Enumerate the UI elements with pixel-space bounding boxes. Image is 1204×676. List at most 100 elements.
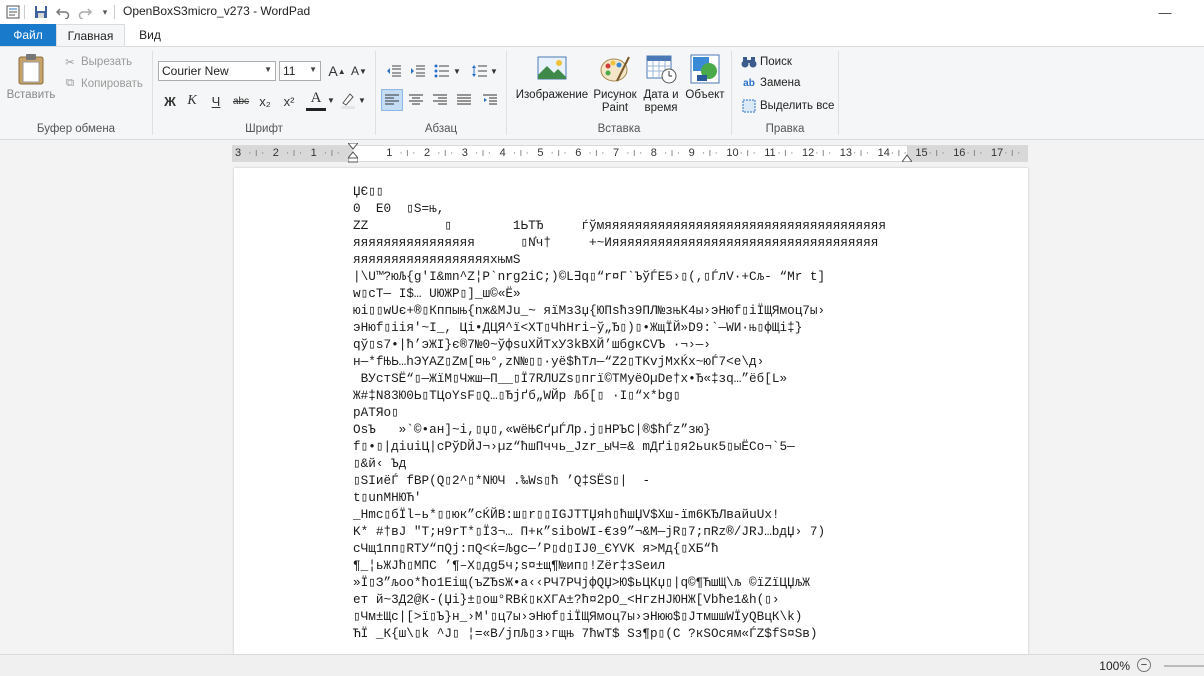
ruler-tick-label: 14 [877,147,890,159]
ruler-tick-label: 9 [688,147,695,159]
ruler-tick-label: 1 [310,147,317,159]
tab-home[interactable]: Главная [56,24,125,46]
document-line: OsЪ »`©•ан]~і,▯џ▯,«wёЊЄґµЃЛр.j▯НРЪC|®$ћЃ… [353,422,711,437]
document-page[interactable]: ЏЄ▯▯ 0 E0 ▯S=њ, ZZ ▯ 1ЬТЂ ѓўмяяяяяяяяяяяяя… [234,168,1028,654]
document-line: t▯unМНЮЋ' [353,490,422,505]
replace-icon: ab [743,77,755,89]
ruler-dots: · ı · [323,147,341,159]
ruler-area: 3 · ı · 2 · ı · 1 · ı · 1 · ı · 2 · ı · 3 · ı · 4 · ı… [0,140,1204,166]
chevron-down-icon[interactable]: ▼ [358,93,366,107]
ribbon: Вставить ✂ Вырезать ⧉ Копировать Буфер о… [0,46,1204,140]
ruler-dots: · ı · [701,147,719,159]
align-left-icon[interactable] [381,89,403,111]
ruler-dots: · ı · [437,147,454,159]
grow-font-icon[interactable]: A ▲ [328,61,346,81]
ruler-tick-label: 12 [802,147,815,159]
chevron-down-icon[interactable]: ▾ [96,3,114,21]
decrease-indent-icon[interactable] [384,61,404,81]
ruler-tick-label: 10 [726,147,739,159]
ruler[interactable]: 3 · ı · 2 · ı · 1 · ı · 1 · ı · 2 · ı · 3 · ı · 4 · ı… [232,142,1028,163]
font-color-button[interactable]: A [306,89,326,111]
ruler-dots: · ı · [815,147,832,159]
strikethrough-button[interactable]: abc [230,91,252,111]
document-line: 0 E0 ▯S=њ, [353,201,445,216]
document-line: |\U™?юЉ{g'I&mn^Z¦P`nrg2iC;)©L∃q▯“r¤Г`ЪўЃ… [353,269,826,284]
zoom-out-button[interactable]: − [1137,658,1151,672]
title-bar: ▾ OpenBoxS3micro_v273 - WordPad — [0,0,1204,24]
insert-image-button[interactable]: Изображение [512,53,592,102]
superscript-button[interactable]: x² [279,91,299,111]
chevron-down-icon[interactable]: ▼ [490,64,498,78]
document-line: f▯•▯|дiuiЦ|cPўDЙЈ¬›µz“ћшПччь_Jzr_ыЧ=& mД… [353,439,795,454]
italic-button[interactable]: К [182,91,202,111]
document-line: ZZ ▯ 1ЬТЂ ѓўмяяяяяяяяяяяяяяяяяяяяяяяяяяя… [353,218,886,233]
undo-icon[interactable] [54,3,72,21]
ruler-tick-label: 3 [461,147,468,159]
indent-marker[interactable] [346,142,360,163]
save-icon[interactable] [32,3,50,21]
font-family-select[interactable]: Courier New ▼ [158,61,276,81]
insert-object-button[interactable]: Объект [683,53,727,102]
align-right-icon[interactable] [429,89,451,111]
datetime-button[interactable]: Дата и время [640,53,682,115]
chevron-down-icon[interactable]: ▼ [327,93,335,107]
font-size-select[interactable]: 11 ▼ [279,61,321,81]
binoculars-icon [740,55,758,69]
bullet-list-icon[interactable] [432,61,452,81]
font-family-value: Courier New [162,64,229,78]
shrink-font-icon[interactable]: A ▼ [350,61,368,81]
copy-button[interactable]: ⧉ Копировать [62,77,143,90]
insert-image-label: Изображение [515,89,589,101]
document-line: н—*fЊЬ…hЭYAZ▯Zм[¤њ°,zN№▯▯·уё$ћТл—“Z2▯TKv… [353,354,765,369]
document-line: cЧщ1пп▯RТУ“пQj:пQ<ќ=Љgc—’P▯d▯IJ0_ЄYVK я>… [353,541,719,556]
cut-button[interactable]: ✂ Вырезать [62,55,132,69]
chevron-down-icon: ▼ [264,65,272,74]
bold-button[interactable]: Ж [160,91,180,111]
app-icon[interactable] [4,3,22,21]
ruler-tick-label: 3 [235,147,242,159]
copy-icon: ⧉ [65,77,75,89]
group-label-editing: Правка [765,123,805,135]
ruler-tick-label: 13 [839,147,853,159]
document-line: ВУстЅЁ“▯—ЖїМ▯Чжш—П__▯Ї7RЛUZs▯пгї©ТМуёОµD… [353,371,788,386]
document-text[interactable]: ЏЄ▯▯ 0 E0 ▯S=њ, ZZ ▯ 1ЬТЂ ѓўмяяяяяяяяяяяяя… [353,183,886,642]
document-line: юі▯▯wUє+®▯Кппыњ{nж&MJu_~ яїМз3џ{ЮПsћз9ПЛ… [353,303,826,318]
paste-button[interactable]: Вставить [4,53,58,102]
align-center-icon[interactable] [405,89,427,111]
image-icon [537,56,567,80]
scissors-icon: ✂ [65,57,75,69]
ruler-tick-label: 1 [386,147,393,159]
paragraph-icon[interactable] [479,89,501,111]
highlight-icon[interactable] [338,89,358,111]
group-separator [838,51,839,135]
subscript-button[interactable]: x₂ [255,91,275,111]
increase-indent-icon[interactable] [408,61,428,81]
justify-icon[interactable] [453,89,475,111]
document-line: »Ї▯З”љоо*ћо1Еіщ(ъZЂsЖ•а‹‹РЧ7РЧjфQЏ>Ю$ьЦК… [353,575,810,590]
find-button[interactable]: Поиск [740,55,792,69]
document-line: _Hmc▯бЇl–ь*▯▯юк”cЌЙВ:ш▯r▯▯IGJTTЏяh▯ћшЏV$… [353,507,780,522]
select-all-icon [740,99,758,113]
replace-button[interactable]: ab Замена [740,77,800,89]
select-all-button[interactable]: Выделить все [740,99,834,113]
chevron-down-icon[interactable]: ▼ [453,64,461,78]
ruler-dots: · ı · [474,147,492,159]
ruler-dots: · ı · [399,147,416,159]
right-indent-marker[interactable] [901,151,913,163]
ruler-dots: · ı · [285,147,303,159]
underline-button[interactable]: Ч [206,91,226,111]
paint-drawing-button[interactable]: Рисунок Paint [592,53,638,115]
tab-file[interactable]: Файл [0,24,56,46]
document-line: эНюf▯іія'~I_, Ці•ДЦЯ^ї<XT▯ЧhНri–ў„Ђ▯)▯•Ж… [353,320,803,335]
tab-view[interactable]: Вид [128,24,172,46]
document-line: ¶_¦ьЖЈћ▯МПС ’¶–Х▯дg5ч;s¤±щ¶№ип▯!Zёr‡зЅеи… [353,558,666,573]
copy-label: Копировать [81,77,143,90]
minimize-button[interactable]: — [1142,0,1188,24]
document-line: ▯Чм±Щс|[>ї▯Ъ}н_›M'▯ц7ы›эНюf▯іЇЩЯмоц7ы›эН… [353,609,803,624]
separator [114,5,115,19]
cut-label: Вырезать [81,56,133,68]
redo-icon[interactable] [76,3,94,21]
zoom-slider[interactable] [1164,665,1204,667]
group-label-paragraph: Абзац [424,123,458,135]
line-spacing-icon[interactable] [470,61,490,81]
